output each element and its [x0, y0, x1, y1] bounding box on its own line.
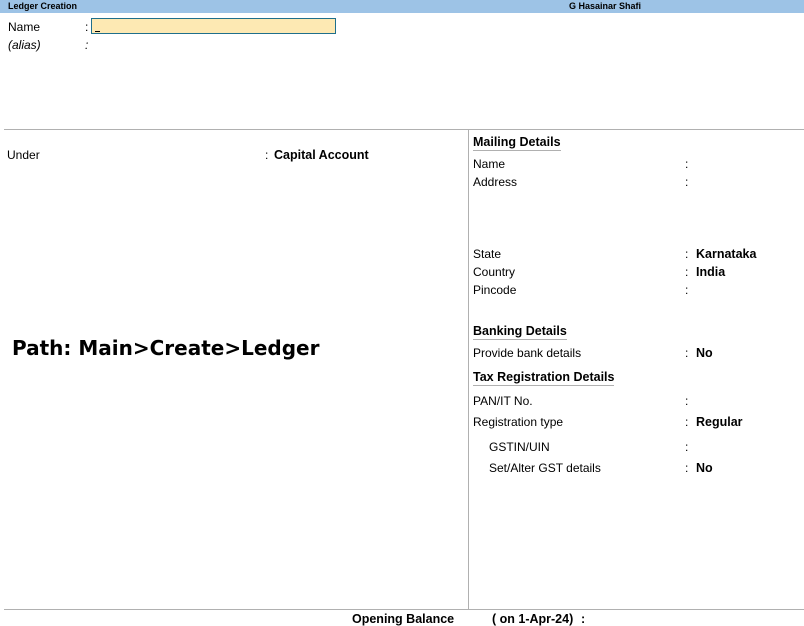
provide-bank-details-value[interactable]: No [696, 346, 713, 360]
registration-type-colon: : [685, 415, 689, 429]
gst-alter-label: Set/Alter GST details [489, 461, 601, 475]
provide-bank-details-label: Provide bank details [473, 346, 582, 360]
footer-divider [4, 609, 804, 610]
mailing-name-colon[interactable]: : [685, 157, 688, 171]
text-cursor [95, 31, 100, 32]
pan-colon[interactable]: : [685, 394, 688, 408]
pan-label: PAN/IT No. [473, 394, 533, 408]
registration-type-label: Registration type [473, 415, 564, 429]
under-label: Under [7, 148, 40, 162]
under-colon: : [265, 148, 269, 162]
mailing-details-heading: Mailing Details [473, 135, 561, 151]
name-label: Name [8, 20, 41, 34]
country-value[interactable]: India [696, 265, 725, 279]
name-input[interactable] [91, 18, 336, 34]
column-divider [468, 130, 469, 609]
window-title: Ledger Creation [8, 1, 78, 11]
tax-registration-heading: Tax Registration Details [473, 370, 615, 386]
under-value[interactable]: Capital Account [274, 148, 369, 162]
mailing-name-label: Name [473, 157, 506, 171]
alias-colon[interactable]: : [85, 38, 88, 52]
opening-balance-date: ( on 1-Apr-24) [492, 612, 574, 626]
country-label: Country [473, 265, 516, 279]
company-name: G Hasainar Shafi [569, 1, 642, 11]
state-value[interactable]: Karnataka [696, 247, 756, 261]
address-label: Address [473, 175, 518, 189]
opening-balance-label: Opening Balance [352, 612, 455, 626]
state-colon: : [685, 247, 689, 261]
opening-balance-colon[interactable]: : [581, 612, 585, 626]
gst-alter-colon: : [685, 461, 689, 475]
address-colon[interactable]: : [685, 175, 688, 189]
pincode-label: Pincode [473, 283, 517, 297]
gst-alter-value[interactable]: No [696, 461, 713, 475]
name-colon: : [85, 20, 89, 34]
registration-type-value[interactable]: Regular [696, 415, 743, 429]
alias-label: (alias) [8, 38, 41, 52]
pincode-colon[interactable]: : [685, 283, 688, 297]
country-colon: : [685, 265, 689, 279]
title-bar: Ledger Creation G Hasainar Shafi [0, 0, 804, 13]
gstin-colon[interactable]: : [685, 440, 688, 454]
provide-bank-details-colon: : [685, 346, 689, 360]
header-divider [4, 129, 804, 130]
gstin-label: GSTIN/UIN [489, 440, 550, 454]
state-label: State [473, 247, 502, 261]
path-note: Path: Main>Create>Ledger [12, 336, 320, 360]
banking-details-heading: Banking Details [473, 324, 567, 340]
